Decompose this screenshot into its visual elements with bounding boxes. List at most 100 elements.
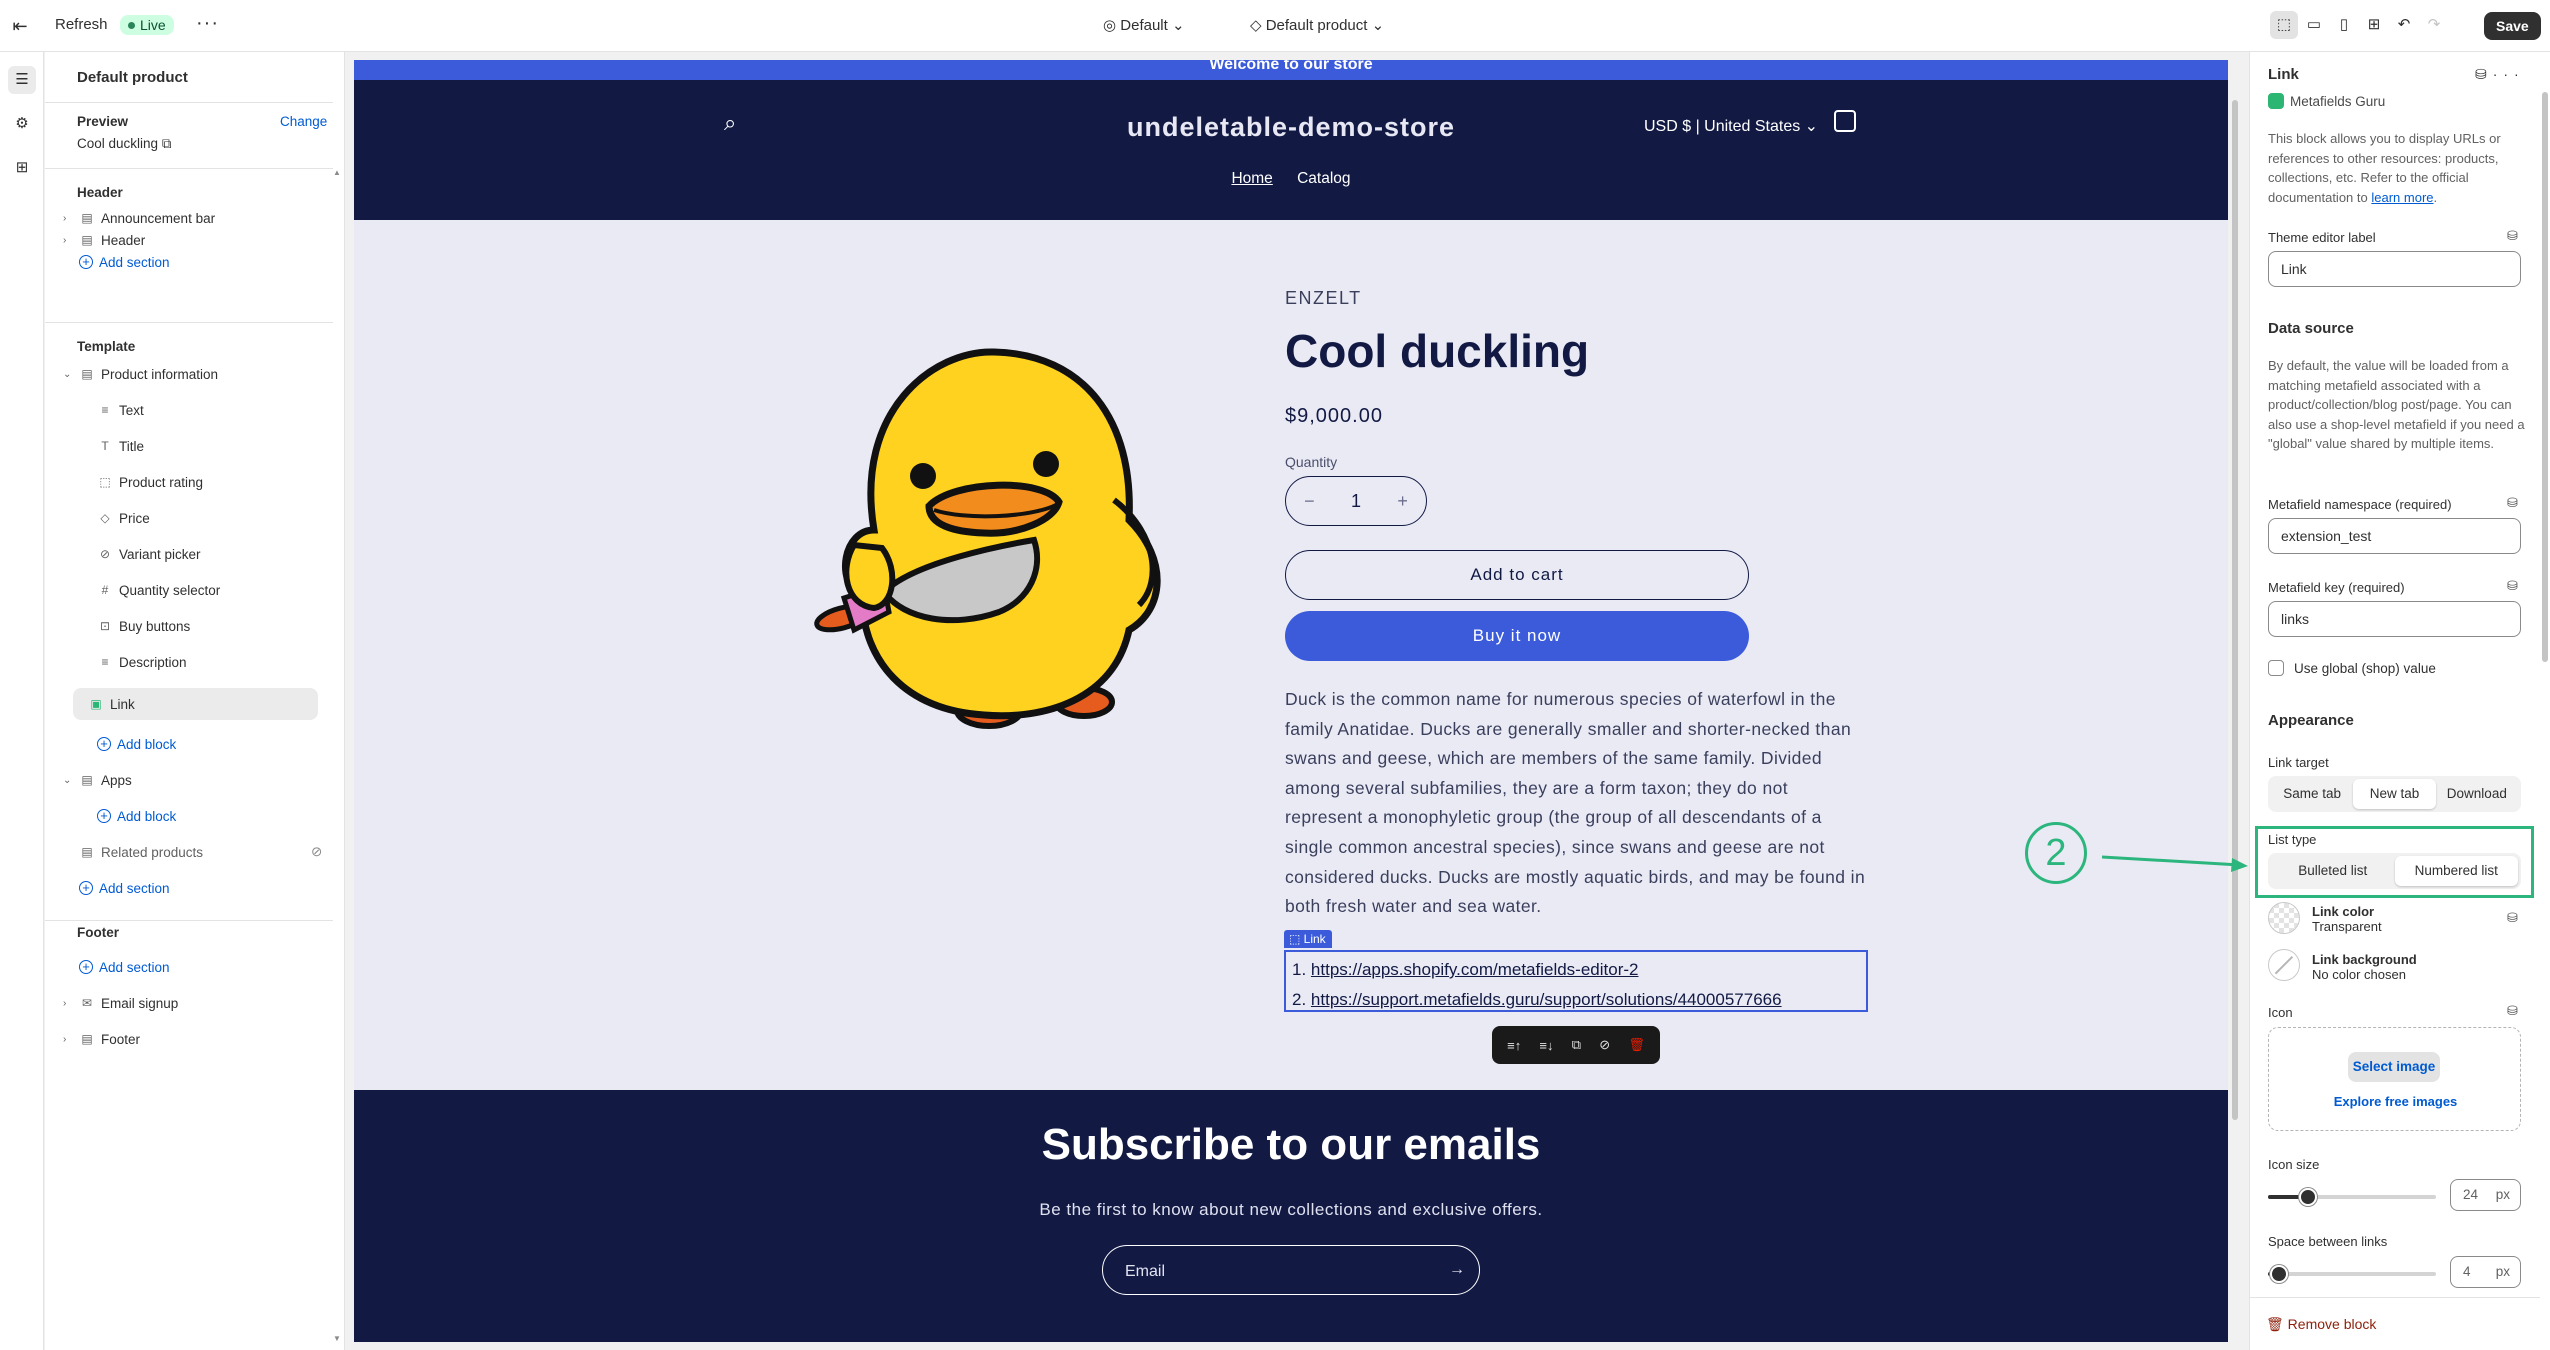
editor-label-input[interactable]: Link (2268, 251, 2521, 287)
more-icon[interactable]: ··· (2493, 66, 2525, 82)
database-icon[interactable]: ⛁ (2507, 578, 2518, 594)
exit-icon[interactable]: ⇤ (8, 14, 32, 38)
block-title[interactable]: T Title (95, 433, 144, 459)
link-item[interactable]: https://support.metafields.guru/support/… (1311, 990, 1782, 1009)
add-section-header[interactable]: + Add section (63, 249, 170, 275)
buy-now-button[interactable]: Buy it now (1285, 611, 1749, 661)
preview-product[interactable]: Cool duckling ⧉ (77, 136, 171, 152)
cart-icon[interactable] (1834, 110, 1856, 132)
change-preview-link[interactable]: Change (280, 114, 327, 129)
database-icon[interactable]: ⛁ (2507, 910, 2518, 926)
explore-images-link[interactable]: Explore free images (2269, 1094, 2522, 1109)
settings-scrollbar[interactable] (2540, 52, 2550, 1350)
preview-scrollbar[interactable] (2230, 60, 2240, 1342)
link-item[interactable]: https://apps.shopify.com/metafields-edit… (1311, 960, 1639, 979)
chevron-right-icon[interactable]: › (63, 1034, 77, 1045)
space-between-slider[interactable] (2268, 1265, 2436, 1283)
redo-icon[interactable]: ↷ (2420, 11, 2448, 39)
plus-icon[interactable]: + (1397, 491, 1408, 512)
database-icon[interactable]: ⛁ (2507, 1003, 2518, 1019)
apps-icon[interactable]: ⊞ (8, 154, 36, 182)
scroll-thumb[interactable] (2232, 100, 2238, 1120)
database-icon[interactable]: ⛁ (2475, 66, 2493, 82)
theme-selector[interactable]: ◎ Default ⌄ (1103, 16, 1185, 34)
chevron-right-icon[interactable]: › (63, 213, 77, 224)
chevron-right-icon[interactable]: › (63, 235, 77, 246)
template-selector[interactable]: ◇ Default product ⌄ (1250, 16, 1384, 34)
add-section-template[interactable]: + Add section (63, 875, 170, 901)
currency-selector[interactable]: USD $ | United States ⌄ (1644, 116, 1818, 136)
arrow-right-icon[interactable]: → (1449, 1246, 1465, 1294)
block-buy-buttons[interactable]: ⊡ Buy buttons (95, 613, 190, 639)
email-field[interactable]: Email → (1102, 1245, 1480, 1295)
icon-size-slider[interactable] (2268, 1188, 2436, 1206)
learn-more-link[interactable]: learn more (2371, 190, 2433, 205)
refresh-button[interactable]: Refresh (55, 16, 108, 33)
link-color-swatch[interactable] (2268, 902, 2300, 934)
block-price[interactable]: ◇ Price (95, 505, 149, 531)
section-apps[interactable]: ⌄ ▤ Apps (63, 767, 132, 793)
chevron-down-icon[interactable]: ⌄ (63, 775, 77, 786)
section-email-signup[interactable]: › ✉ Email signup (63, 990, 178, 1016)
move-down-icon[interactable]: ≡↓ (1539, 1038, 1553, 1053)
database-icon[interactable]: ⛁ (2507, 228, 2518, 244)
link-target-new-tab[interactable]: New tab (2353, 779, 2436, 809)
fullscreen-icon[interactable]: ⊞ (2360, 11, 2388, 39)
nav-catalog[interactable]: Catalog (1297, 170, 1350, 187)
block-quantity-selector[interactable]: # Quantity selector (95, 577, 221, 603)
block-text[interactable]: ≡ Text (95, 397, 143, 423)
add-block-product[interactable]: + Add block (95, 731, 176, 757)
chevron-down-icon[interactable]: ⌄ (63, 369, 77, 380)
block-description[interactable]: ≡ Description (95, 649, 186, 675)
link-block[interactable]: 1. https://apps.shopify.com/metafields-e… (1284, 950, 1868, 1012)
namespace-input[interactable]: extension_test (2268, 518, 2521, 554)
block-product-rating[interactable]: ⬚ Product rating (95, 469, 203, 495)
save-button[interactable]: Save (2484, 12, 2541, 40)
undo-icon[interactable]: ↶ (2390, 11, 2418, 39)
section-footer[interactable]: › ▤ Footer (63, 1026, 140, 1052)
hidden-eye-icon[interactable]: ⊘ (311, 844, 322, 860)
block-variant-picker[interactable]: ⊘ Variant picker (95, 541, 201, 567)
database-icon[interactable]: ⛁ (2507, 495, 2518, 511)
scroll-up-icon[interactable]: ▲ (333, 168, 343, 177)
key-input[interactable]: links (2268, 601, 2521, 637)
block-link[interactable]: ▣ Link (73, 688, 318, 720)
more-icon[interactable]: ··· (196, 12, 219, 35)
slider-handle[interactable] (2299, 1188, 2318, 1206)
sections-icon[interactable]: ☰ (8, 66, 36, 94)
settings-icon[interactable]: ⚙ (8, 110, 36, 138)
section-related-products[interactable]: ▤ Related products ⊘ (63, 839, 322, 865)
select-image-button[interactable]: Select image (2348, 1052, 2440, 1082)
minus-icon[interactable]: − (1304, 491, 1315, 512)
quantity-value[interactable]: 1 (1351, 491, 1361, 512)
list-type-numbered[interactable]: Numbered list (2394, 856, 2518, 886)
link-background-swatch[interactable] (2268, 949, 2300, 981)
scroll-down-icon[interactable]: ▼ (333, 1334, 343, 1343)
icon-size-input[interactable]: 24 px (2450, 1179, 2521, 1211)
move-up-icon[interactable]: ≡↑ (1507, 1038, 1521, 1053)
list-type-bulleted[interactable]: Bulleted list (2271, 856, 2395, 886)
global-value-checkbox[interactable]: Use global (shop) value (2268, 660, 2436, 676)
link-target-download[interactable]: Download (2436, 779, 2518, 809)
add-to-cart-button[interactable]: Add to cart (1285, 550, 1749, 600)
store-logo[interactable]: undeletable-demo-store (354, 112, 2228, 143)
add-section-footer[interactable]: + Add section (63, 954, 170, 980)
remove-block-button[interactable]: 🗑 Remove block (2266, 1316, 2376, 1333)
delete-icon[interactable]: 🗑 (1628, 1037, 1645, 1053)
section-product-information[interactable]: ⌄ ▤ Product information (63, 361, 218, 387)
announcement-bar[interactable]: Welcome to our store (354, 60, 2228, 80)
space-between-input[interactable]: 4 px (2450, 1256, 2521, 1288)
hide-icon[interactable]: ⊘ (1599, 1037, 1610, 1053)
nav-home[interactable]: Home (1231, 170, 1272, 187)
chevron-right-icon[interactable]: › (63, 998, 77, 1009)
desktop-icon[interactable]: ▭ (2300, 11, 2328, 39)
add-block-apps[interactable]: + Add block (95, 803, 176, 829)
link-target-same-tab[interactable]: Same tab (2271, 779, 2353, 809)
block-toolbar: ≡↑ ≡↓ ⧉ ⊘ 🗑 (1492, 1026, 1660, 1064)
slider-handle[interactable] (2270, 1265, 2289, 1283)
scroll-thumb[interactable] (2542, 92, 2548, 662)
duplicate-icon[interactable]: ⧉ (1572, 1037, 1581, 1053)
mobile-icon[interactable]: ▯ (2330, 11, 2358, 39)
checkbox[interactable] (2268, 660, 2284, 676)
inspector-icon[interactable]: ⬚ (2270, 11, 2298, 39)
